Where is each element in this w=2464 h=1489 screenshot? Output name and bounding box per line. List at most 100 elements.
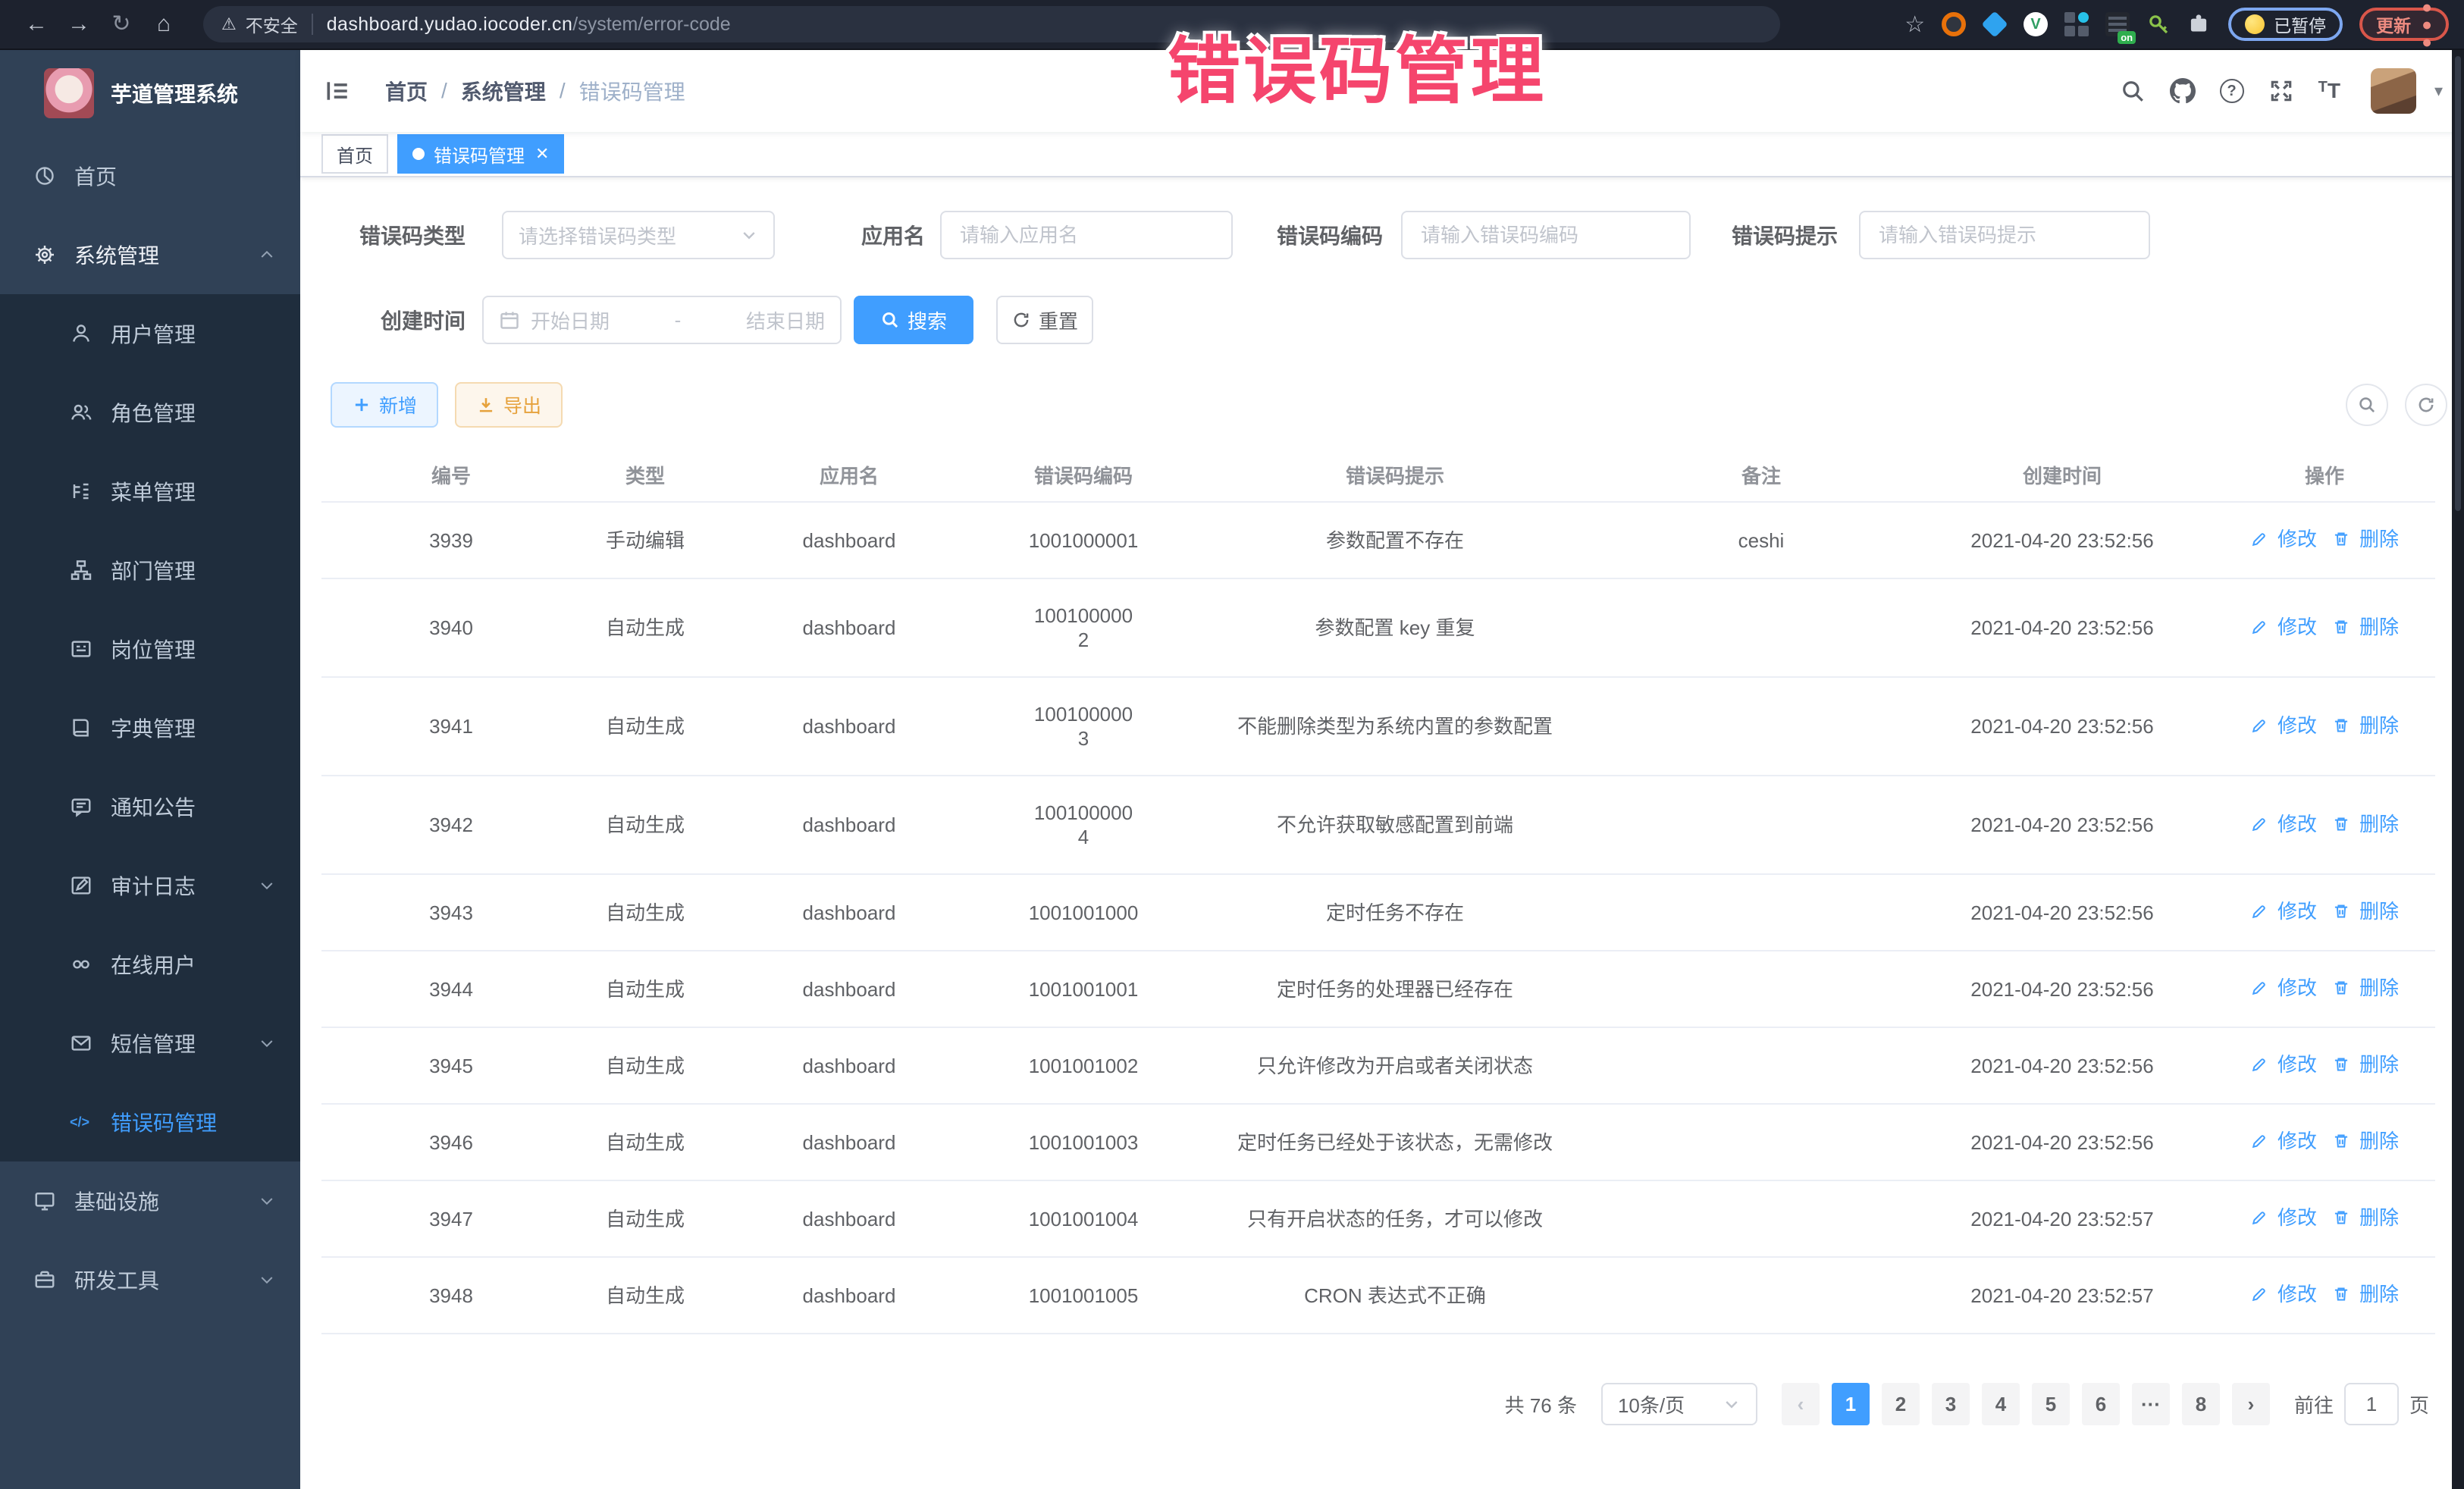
edit-link[interactable]: 修改 <box>2250 615 2317 639</box>
browser-forward-icon[interactable]: → <box>58 0 100 49</box>
delete-link[interactable]: 删除 <box>2332 1205 2399 1230</box>
search-button[interactable]: 搜索 <box>854 296 973 344</box>
page-button-4[interactable]: 4 <box>1982 1383 2020 1425</box>
sidebar-item-系统管理[interactable]: 系统管理 <box>0 215 300 294</box>
sidebar-item-在线用户[interactable]: 在线用户 <box>0 925 300 1004</box>
extensions-puzzle-icon[interactable] <box>2187 12 2212 36</box>
sidebar-item-岗位管理[interactable]: 岗位管理 <box>0 610 300 688</box>
browser-menu-icon[interactable]: ●●● <box>2422 0 2432 51</box>
delete-link[interactable]: 删除 <box>2332 812 2399 836</box>
chevron-up-icon <box>258 246 276 264</box>
sidebar-item-部门管理[interactable]: 部门管理 <box>0 531 300 610</box>
next-page-button[interactable]: › <box>2232 1383 2270 1425</box>
page-button-3[interactable]: 3 <box>1932 1383 1970 1425</box>
paused-label: 已暂停 <box>2274 11 2326 37</box>
row-id: 3942 <box>321 776 581 874</box>
refresh-button[interactable] <box>2405 384 2447 426</box>
edit-link[interactable]: 修改 <box>2250 1205 2317 1230</box>
breadcrumb-home[interactable]: 首页 <box>385 76 428 106</box>
edit-link[interactable]: 修改 <box>2250 976 2317 1000</box>
caret-down-icon[interactable]: ▾ <box>2434 81 2443 101</box>
github-icon[interactable] <box>2170 78 2196 104</box>
edit-link[interactable]: 修改 <box>2250 812 2317 836</box>
sidebar-item-短信管理[interactable]: 短信管理 <box>0 1004 300 1083</box>
sidebar-item-角色管理[interactable]: 角色管理 <box>0 373 300 452</box>
breadcrumb-system[interactable]: 系统管理 <box>461 76 546 106</box>
search-icon[interactable] <box>2120 78 2146 104</box>
browser-reload-icon[interactable]: ↻ <box>100 0 143 49</box>
row-code: 1001001004 <box>989 1180 1178 1257</box>
tab-home[interactable]: 首页 <box>321 134 388 174</box>
edit-link[interactable]: 修改 <box>2250 1129 2317 1153</box>
error-type-select[interactable]: 请选择错误码类型 <box>502 211 775 259</box>
page-button-2[interactable]: 2 <box>1882 1383 1920 1425</box>
browser-home-icon[interactable]: ⌂ <box>143 0 185 49</box>
sidebar-item-错误码管理[interactable]: </>错误码管理 <box>0 1083 300 1161</box>
tab-error-code[interactable]: 错误码管理 ✕ <box>397 134 564 174</box>
prev-page-button[interactable]: ‹ <box>1782 1383 1820 1425</box>
font-size-icon[interactable]: TT <box>2318 79 2340 103</box>
row-id: 3940 <box>321 578 581 677</box>
search-button-label: 搜索 <box>908 306 947 334</box>
bookmark-star-icon[interactable]: ☆ <box>1904 11 1925 38</box>
pager-more-icon[interactable]: ··· <box>2132 1383 2170 1425</box>
app-name-input[interactable] <box>940 211 1233 259</box>
page-size-select[interactable]: 10条/页 <box>1601 1383 1757 1425</box>
vue-devtools-icon[interactable]: V <box>2024 12 2048 36</box>
toggle-search-button[interactable] <box>2346 384 2388 426</box>
edit-link[interactable]: 修改 <box>2250 1052 2317 1077</box>
goto-page-input[interactable] <box>2344 1383 2399 1425</box>
page-button-8[interactable]: 8 <box>2182 1383 2220 1425</box>
delete-link[interactable]: 删除 <box>2332 527 2399 551</box>
tampermonkey-icon[interactable]: on <box>2105 12 2130 36</box>
browser-update-chip[interactable]: 更新 ●●● <box>2359 8 2449 41</box>
sidebar-item-基础设施[interactable]: 基础设施 <box>0 1161 300 1240</box>
delete-link[interactable]: 删除 <box>2332 1282 2399 1306</box>
add-button[interactable]: 新增 <box>331 382 438 428</box>
delete-link[interactable]: 删除 <box>2332 615 2399 639</box>
date-range-picker[interactable]: 开始日期 - 结束日期 <box>482 296 842 344</box>
extension-orange-ring-icon[interactable] <box>1942 12 1966 36</box>
app-logo-row[interactable]: 芋道管理系统 <box>0 50 300 136</box>
chevron-down-icon <box>258 1271 276 1289</box>
extension-grid-icon[interactable] <box>2064 12 2089 36</box>
delete-link[interactable]: 删除 <box>2332 1129 2399 1153</box>
sidebar-fold-icon[interactable] <box>300 78 373 104</box>
edit-link[interactable]: 修改 <box>2250 899 2317 923</box>
sidebar-item-字典管理[interactable]: 字典管理 <box>0 688 300 767</box>
sidebar-item-首页[interactable]: 首页 <box>0 136 300 215</box>
sidebar-item-用户管理[interactable]: 用户管理 <box>0 294 300 373</box>
row-type: 自动生成 <box>581 1027 710 1104</box>
sidebar-item-研发工具[interactable]: 研发工具 <box>0 1240 300 1319</box>
delete-link[interactable]: 删除 <box>2332 1052 2399 1077</box>
screen: ← → ↻ ⌂ ⚠ 不安全 dashboard.yudao.iocoder.cn… <box>0 0 2464 1489</box>
delete-link[interactable]: 删除 <box>2332 899 2399 923</box>
export-button[interactable]: 导出 <box>455 382 563 428</box>
help-icon[interactable]: ? <box>2220 79 2244 103</box>
edit-link[interactable]: 修改 <box>2250 1282 2317 1306</box>
profile-paused-chip[interactable]: 已暂停 <box>2228 8 2343 41</box>
extension-blue-diamond-icon[interactable] <box>1981 11 2008 37</box>
table-header-row: 编号类型应用名错误码编码错误码提示备注创建时间操作 <box>321 449 2435 502</box>
close-tab-icon[interactable]: ✕ <box>535 146 549 162</box>
error-msg-input[interactable] <box>1859 211 2150 259</box>
browser-back-icon[interactable]: ← <box>15 0 58 49</box>
sidebar-item-通知公告[interactable]: 通知公告 <box>0 767 300 846</box>
page-button-1[interactable]: 1 <box>1832 1383 1870 1425</box>
sidebar-item-label: 菜单管理 <box>111 476 196 506</box>
delete-link[interactable]: 删除 <box>2332 713 2399 738</box>
error-code-input[interactable] <box>1401 211 1691 259</box>
window-scrollbar[interactable] <box>2452 50 2464 1489</box>
page-button-6[interactable]: 6 <box>2082 1383 2120 1425</box>
edit-label: 修改 <box>2277 899 2317 923</box>
avatar[interactable] <box>2371 68 2416 114</box>
fullscreen-icon[interactable] <box>2268 78 2294 104</box>
extension-key-icon[interactable] <box>2146 12 2171 36</box>
sidebar-item-菜单管理[interactable]: 菜单管理 <box>0 452 300 531</box>
page-button-5[interactable]: 5 <box>2032 1383 2070 1425</box>
reset-button[interactable]: 重置 <box>996 296 1093 344</box>
sidebar-item-审计日志[interactable]: 审计日志 <box>0 846 300 925</box>
edit-link[interactable]: 修改 <box>2250 713 2317 738</box>
delete-link[interactable]: 删除 <box>2332 976 2399 1000</box>
edit-link[interactable]: 修改 <box>2250 527 2317 551</box>
